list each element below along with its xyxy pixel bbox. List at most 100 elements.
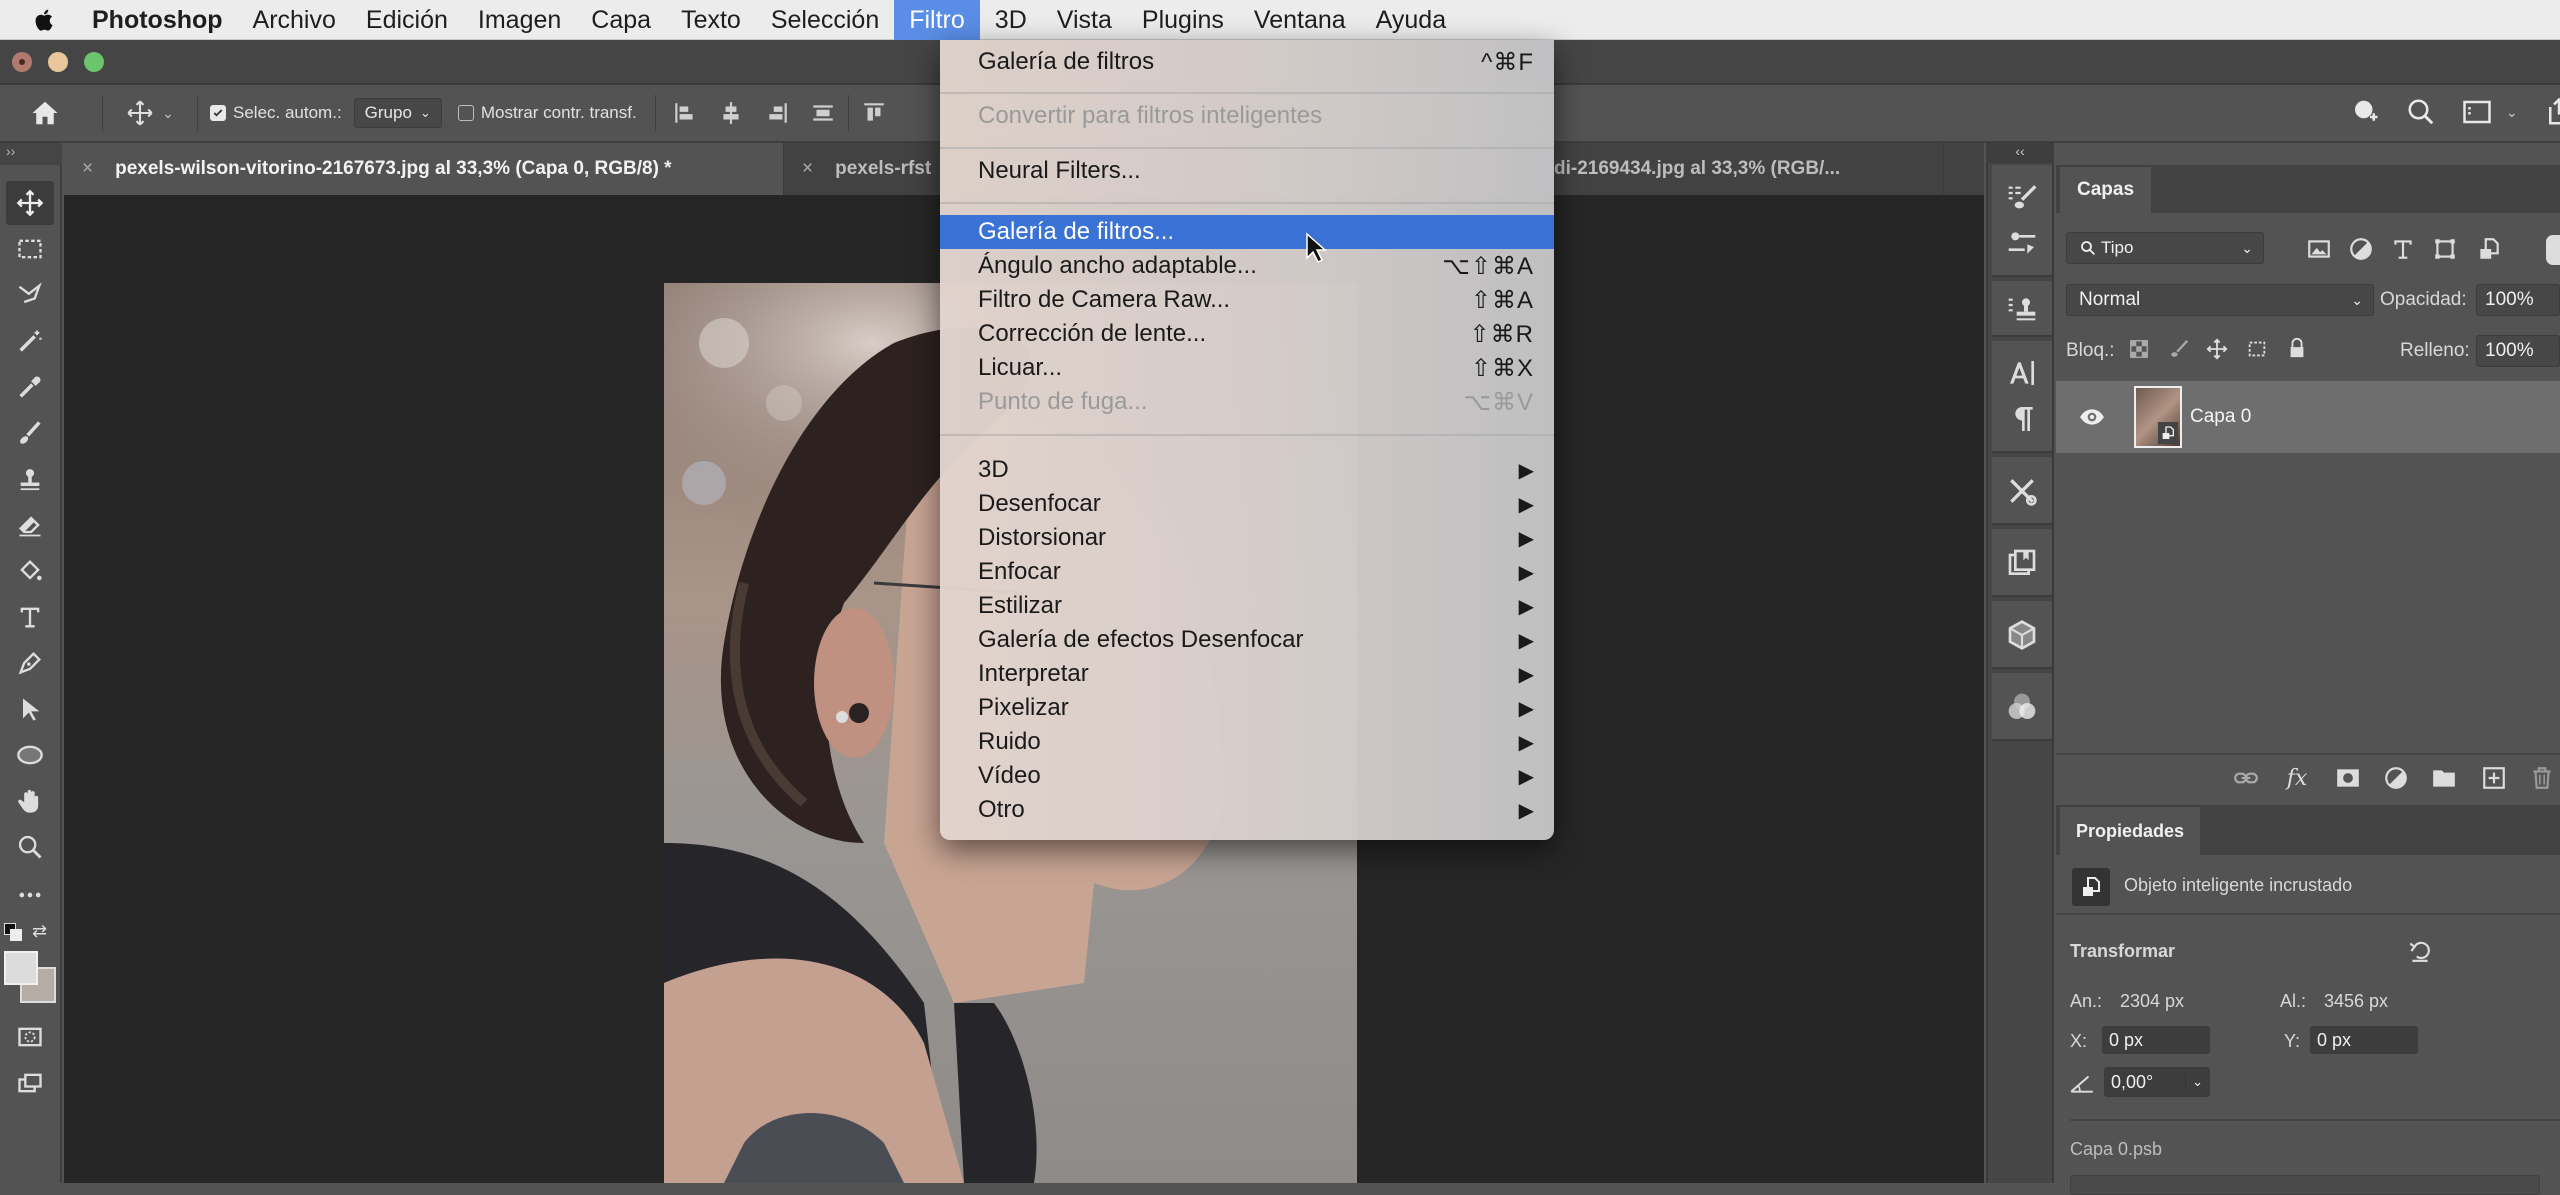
zoom-window-button[interactable]	[84, 52, 104, 72]
align-top-icon[interactable]	[861, 100, 887, 126]
character-panel-button[interactable]	[1992, 353, 2052, 393]
align-left-icon[interactable]	[672, 100, 698, 126]
tool-presets-button[interactable]	[1992, 471, 2052, 511]
paint-bucket-tool[interactable]	[6, 549, 54, 593]
menu-item-3d[interactable]: 3D ▶	[940, 453, 1554, 487]
lock-artboard-icon[interactable]	[2246, 338, 2268, 360]
lock-all-icon[interactable]	[2286, 336, 2308, 360]
tab-layers[interactable]: Capas	[2060, 167, 2152, 213]
menu-edicion[interactable]: Edición	[351, 0, 463, 40]
menu-ventana[interactable]: Ventana	[1239, 0, 1361, 40]
menu-item-lens-correction[interactable]: Corrección de lente... ⇧⌘R	[940, 317, 1554, 351]
libraries-button[interactable]	[1992, 543, 2052, 583]
layer-filter-dropdown[interactable]: Tipo ⌄	[2066, 232, 2264, 264]
marquee-tool[interactable]	[6, 227, 54, 271]
menu-3d[interactable]: 3D	[980, 0, 1042, 40]
lock-pixels-icon[interactable]	[2168, 338, 2190, 360]
align-right-icon[interactable]	[764, 100, 790, 126]
eyedropper-tool[interactable]	[6, 365, 54, 409]
clone-source-button[interactable]	[1992, 289, 2052, 329]
more-tools-button[interactable]	[6, 873, 54, 917]
ellipse-tool[interactable]	[6, 733, 54, 777]
tab-document-1[interactable]: × pexels-wilson-vitorino-2167673.jpg al …	[64, 143, 784, 195]
menu-item-other[interactable]: Otro ▶	[940, 793, 1554, 827]
add-mask-icon[interactable]	[2334, 765, 2362, 791]
x-position-input[interactable]: 0 px	[2102, 1026, 2210, 1054]
menu-item-adaptive-wide-angle[interactable]: Ángulo ancho adaptable... ⌥⇧⌘A	[940, 249, 1554, 283]
clone-stamp-tool[interactable]	[6, 457, 54, 501]
menu-item-stylize[interactable]: Estilizar ▶	[940, 589, 1554, 623]
search-icon[interactable]	[2406, 97, 2436, 127]
brush-settings-button[interactable]	[1992, 223, 2052, 263]
swap-colors-icon[interactable]: ⇄	[32, 921, 47, 942]
menu-item-video[interactable]: Vídeo ▶	[940, 759, 1554, 793]
menu-imagen[interactable]: Imagen	[463, 0, 576, 40]
menu-item-distort[interactable]: Distorsionar ▶	[940, 521, 1554, 555]
menu-item-blur[interactable]: Desenfocar ▶	[940, 487, 1554, 521]
menu-texto[interactable]: Texto	[666, 0, 756, 40]
magic-wand-tool[interactable]	[6, 319, 54, 363]
lock-position-icon[interactable]	[2206, 338, 2228, 360]
share-user-icon[interactable]	[2350, 97, 2380, 127]
zoom-tool[interactable]	[6, 825, 54, 869]
type-layer-filter-icon[interactable]	[2390, 236, 2416, 262]
channels-button[interactable]	[1992, 687, 2052, 727]
menu-item-vanishing-point[interactable]: Punto de fuga... ⌥⌘V	[940, 385, 1554, 419]
menu-item-filter-gallery[interactable]: Galería de filtros...	[940, 215, 1554, 249]
chevron-down-icon[interactable]: ⌄	[2185, 1074, 2203, 1090]
show-transform-controls-checkbox[interactable]: Mostrar contr. transf.	[457, 103, 637, 123]
tab-properties[interactable]: Propiedades	[2060, 807, 2201, 855]
lock-transparency-icon[interactable]	[2128, 338, 2150, 360]
menu-filtro[interactable]: Filtro	[894, 0, 980, 40]
smart-object-filter-icon[interactable]	[2476, 236, 2502, 262]
paragraph-panel-button[interactable]	[1992, 399, 2052, 439]
close-window-button[interactable]	[12, 52, 32, 72]
reset-transform-icon[interactable]	[2406, 936, 2434, 964]
default-colors-button[interactable]	[4, 923, 22, 941]
adjustment-layer-filter-icon[interactable]	[2348, 236, 2374, 262]
brush-tool[interactable]	[6, 411, 54, 455]
menu-capa[interactable]: Capa	[576, 0, 666, 40]
move-tool[interactable]	[6, 181, 54, 225]
menu-ayuda[interactable]: Ayuda	[1361, 0, 1461, 40]
apple-logo-icon[interactable]	[30, 5, 60, 35]
menu-item-sharpen[interactable]: Enfocar ▶	[940, 555, 1554, 589]
rotation-angle-input[interactable]: 0,00° ⌄	[2104, 1067, 2210, 1097]
quick-mask-button[interactable]	[6, 1015, 54, 1059]
3d-panel-button[interactable]	[1992, 615, 2052, 655]
tools-collapse-button[interactable]: ››	[0, 143, 62, 165]
menu-seleccion[interactable]: Selección	[756, 0, 894, 40]
delete-layer-icon[interactable]	[2528, 765, 2556, 791]
menu-item-filter-gallery-last[interactable]: Galería de filtros ^⌘F	[940, 44, 1554, 80]
y-position-input[interactable]: 0 px	[2310, 1026, 2418, 1054]
lasso-tool[interactable]	[6, 273, 54, 317]
screen-mode-button[interactable]	[6, 1061, 54, 1105]
pen-tool[interactable]	[6, 641, 54, 685]
menu-item-render[interactable]: Interpretar ▶	[940, 657, 1554, 691]
home-button[interactable]	[0, 98, 90, 128]
opacity-input[interactable]: 100%	[2476, 284, 2560, 316]
brush-presets-button[interactable]	[1992, 177, 2052, 217]
auto-select-target-dropdown[interactable]: Grupo ⌄	[353, 98, 442, 128]
menu-item-camera-raw-filter[interactable]: Filtro de Camera Raw... ⇧⌘A	[940, 283, 1554, 317]
visibility-eye-icon[interactable]	[2078, 403, 2106, 431]
fx-icon[interactable]: fx	[2282, 763, 2312, 793]
blend-mode-dropdown[interactable]: Normal ⌄	[2066, 284, 2374, 316]
menu-archivo[interactable]: Archivo	[238, 0, 351, 40]
foreground-color-swatch[interactable]	[4, 951, 38, 985]
pixel-layer-filter-icon[interactable]	[2306, 236, 2332, 262]
eraser-tool[interactable]	[6, 503, 54, 547]
menu-photoshop[interactable]: Photoshop	[90, 0, 238, 40]
shape-layer-filter-icon[interactable]	[2432, 236, 2458, 262]
path-selection-tool[interactable]	[6, 687, 54, 731]
layer-row[interactable]: Capa 0	[2056, 381, 2560, 453]
panel-strip-collapse-button[interactable]: ‹‹	[1986, 143, 2054, 163]
share-icon[interactable]	[2544, 97, 2560, 127]
menu-item-convert-smart-filters[interactable]: Convertir para filtros inteligentes	[940, 98, 1554, 134]
new-layer-icon[interactable]	[2480, 765, 2508, 791]
minimize-window-button[interactable]	[48, 52, 68, 72]
tool-preset-picker[interactable]: ⌄	[115, 99, 185, 127]
align-horizontal-center-icon[interactable]	[718, 100, 744, 126]
workspace-switcher[interactable]: ⌄	[2462, 97, 2518, 127]
menu-item-pixelate[interactable]: Pixelizar ▶	[940, 691, 1554, 725]
